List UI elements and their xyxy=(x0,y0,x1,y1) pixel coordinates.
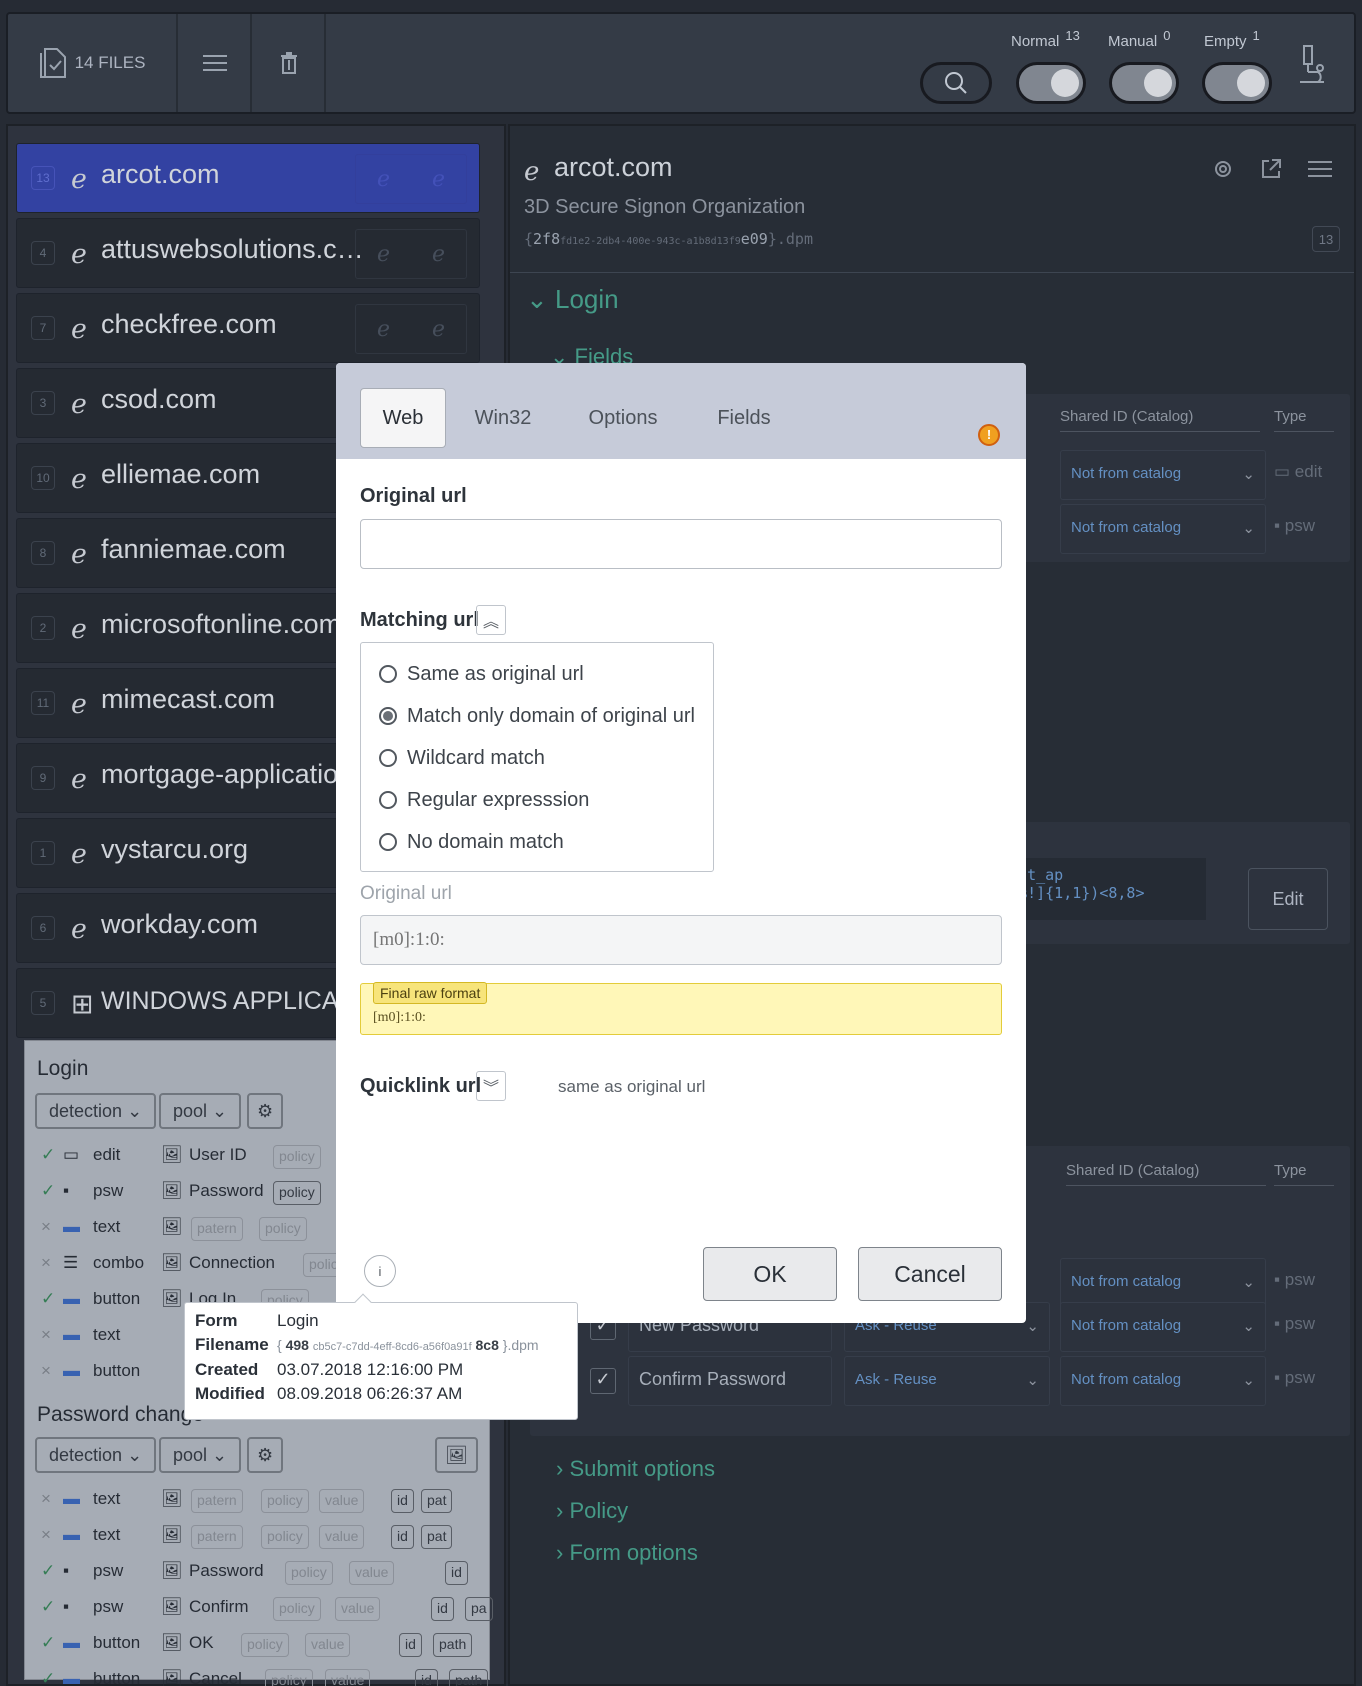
final-raw-value: [m0]:1:0: xyxy=(373,1010,426,1025)
quicklink-url-value: same as original url xyxy=(558,1077,706,1096)
warning-icon[interactable]: ! xyxy=(978,424,1000,446)
tooltip-filename-value: { 498 cb5c7-c7dd-4eff-8cd6-a56f0a91f 8c8… xyxy=(277,1337,539,1353)
radio-circle xyxy=(379,665,397,683)
tab-web[interactable]: Web xyxy=(360,388,446,448)
radio-circle xyxy=(379,707,397,725)
tooltip-form-key: Form xyxy=(195,1311,238,1330)
tooltip-modified-value: 08.09.2018 06:26:37 AM xyxy=(277,1384,463,1403)
original-url-readonly-input[interactable] xyxy=(360,915,1002,965)
chevron-down-icon: ︾ xyxy=(482,1080,499,1097)
file-info-tooltip: Form Login Filename { 498 cb5c7-c7dd-4ef… xyxy=(184,1293,578,1420)
tooltip-filename-key: Filename xyxy=(195,1335,269,1354)
original-url-label: Original url xyxy=(360,485,467,507)
ok-button[interactable]: OK xyxy=(703,1247,837,1301)
url-settings-dialog: Web Win32 Options Fields ! Original url … xyxy=(336,363,1026,1323)
radio-circle xyxy=(379,833,397,851)
original-url-readonly-label: Original url xyxy=(360,883,452,904)
tab-fields[interactable]: Fields xyxy=(694,388,794,448)
radio-same-as-original[interactable]: Same as original url xyxy=(379,661,584,687)
radio-wildcard[interactable]: Wildcard match xyxy=(379,745,545,771)
quicklink-url-label: Quicklink url xyxy=(360,1075,482,1097)
collapse-button[interactable]: ︽ xyxy=(476,605,506,635)
info-icon[interactable]: i xyxy=(364,1255,396,1287)
original-url-input[interactable] xyxy=(360,519,1002,569)
dialog-tabs: Web Win32 Options Fields ! xyxy=(336,363,1026,459)
radio-no-domain[interactable]: No domain match xyxy=(379,829,564,855)
matching-url-options: Same as original url Match only domain o… xyxy=(360,642,714,872)
final-raw-badge: Final raw format xyxy=(373,982,488,1004)
radio-circle xyxy=(379,749,397,767)
radio-regex[interactable]: Regular expresssion xyxy=(379,787,589,813)
cancel-button[interactable]: Cancel xyxy=(858,1247,1002,1301)
tooltip-created-value: 03.07.2018 12:16:00 PM xyxy=(277,1360,464,1379)
tooltip-modified-key: Modified xyxy=(195,1384,265,1403)
tab-options[interactable]: Options xyxy=(568,388,678,448)
tooltip-form-value: Login xyxy=(277,1311,319,1330)
expand-button[interactable]: ︾ xyxy=(476,1071,506,1101)
radio-match-domain[interactable]: Match only domain of original url xyxy=(379,703,695,729)
tooltip-created-key: Created xyxy=(195,1360,259,1379)
matching-url-label: Matching url xyxy=(360,609,479,631)
chevron-up-icon: ︽ xyxy=(482,614,499,631)
final-raw-format-box: Final raw format [m0]:1:0: xyxy=(360,982,1002,1035)
tab-win32[interactable]: Win32 xyxy=(458,388,548,448)
radio-circle xyxy=(379,791,397,809)
